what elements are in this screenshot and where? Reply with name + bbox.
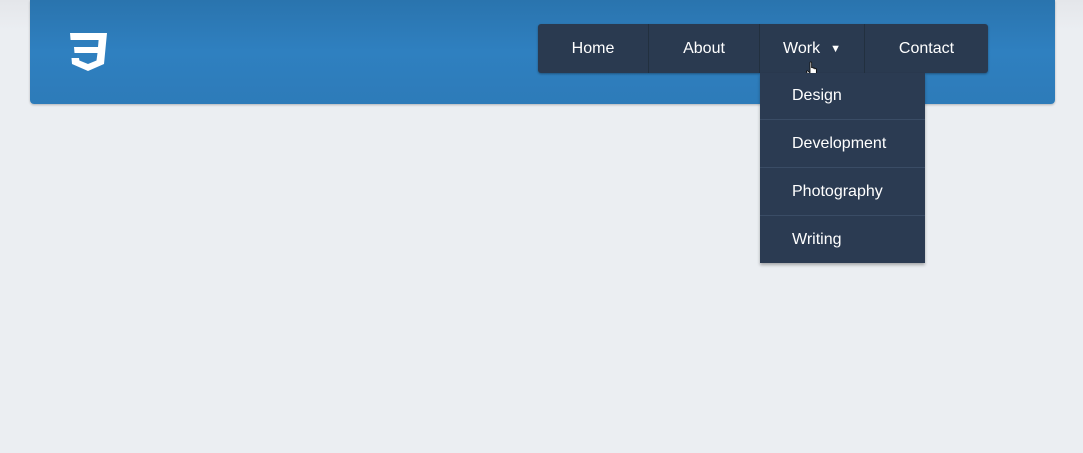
dropdown-item-label: Photography	[792, 182, 883, 200]
css3-logo-icon[interactable]	[66, 31, 110, 73]
nav-item-label: About	[683, 39, 725, 57]
nav-item-label: Home	[571, 39, 615, 57]
dropdown-item-label: Design	[792, 87, 842, 104]
work-dropdown-menu: Design Development Photography Writing	[760, 73, 925, 263]
page: Home About Work ▼ Contact Design Develop…	[0, 0, 1083, 453]
dropdown-item-label: Development	[792, 134, 887, 152]
caret-down-icon: ▼	[830, 42, 841, 55]
dropdown-item-design[interactable]: Design	[760, 73, 925, 119]
nav-item-about[interactable]: About	[649, 24, 760, 73]
main-nav: Home About Work ▼ Contact	[538, 24, 988, 78]
nav-item-label: Contact	[898, 39, 955, 57]
nav-item-work[interactable]: Work ▼	[760, 24, 865, 78]
nav-item-home[interactable]: Home	[538, 24, 649, 73]
dropdown-item-development[interactable]: Development	[760, 119, 925, 167]
dropdown-item-label: Writing	[792, 230, 842, 248]
dropdown-item-writing[interactable]: Writing	[760, 215, 925, 263]
nav-item-contact[interactable]: Contact	[865, 24, 988, 73]
dropdown-item-photography[interactable]: Photography	[760, 167, 925, 215]
nav-item-label: Work	[783, 39, 821, 57]
